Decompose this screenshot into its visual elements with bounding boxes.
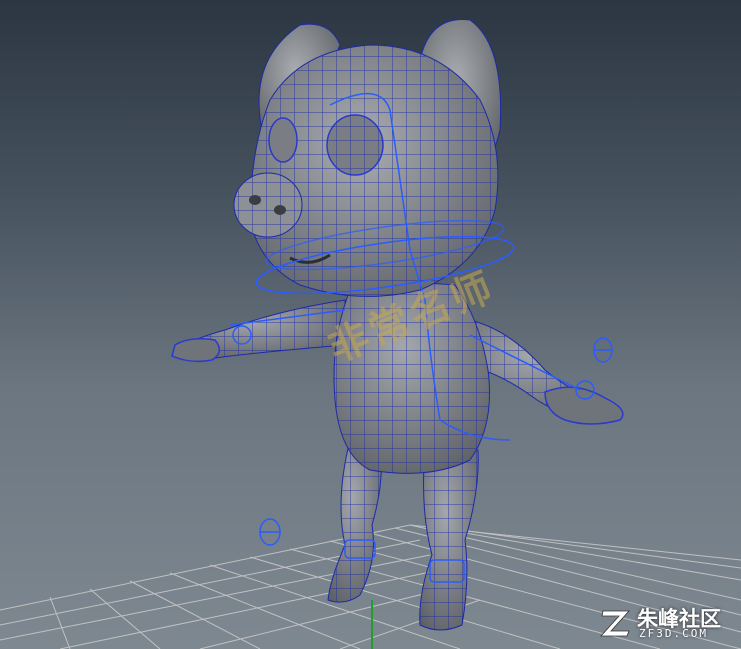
maya-viewport[interactable]: 非常名师 朱峰社区 ZF3D.COM: [0, 0, 741, 649]
nostril: [249, 195, 261, 205]
site-logo: 朱峰社区 ZF3D.COM: [599, 603, 731, 643]
eye: [268, 117, 298, 163]
z-logo-icon: [600, 610, 630, 637]
nostril: [274, 205, 286, 215]
logo-english-text: ZF3D.COM: [639, 627, 708, 640]
right-hand: [544, 386, 624, 425]
left-hand: [171, 338, 221, 363]
